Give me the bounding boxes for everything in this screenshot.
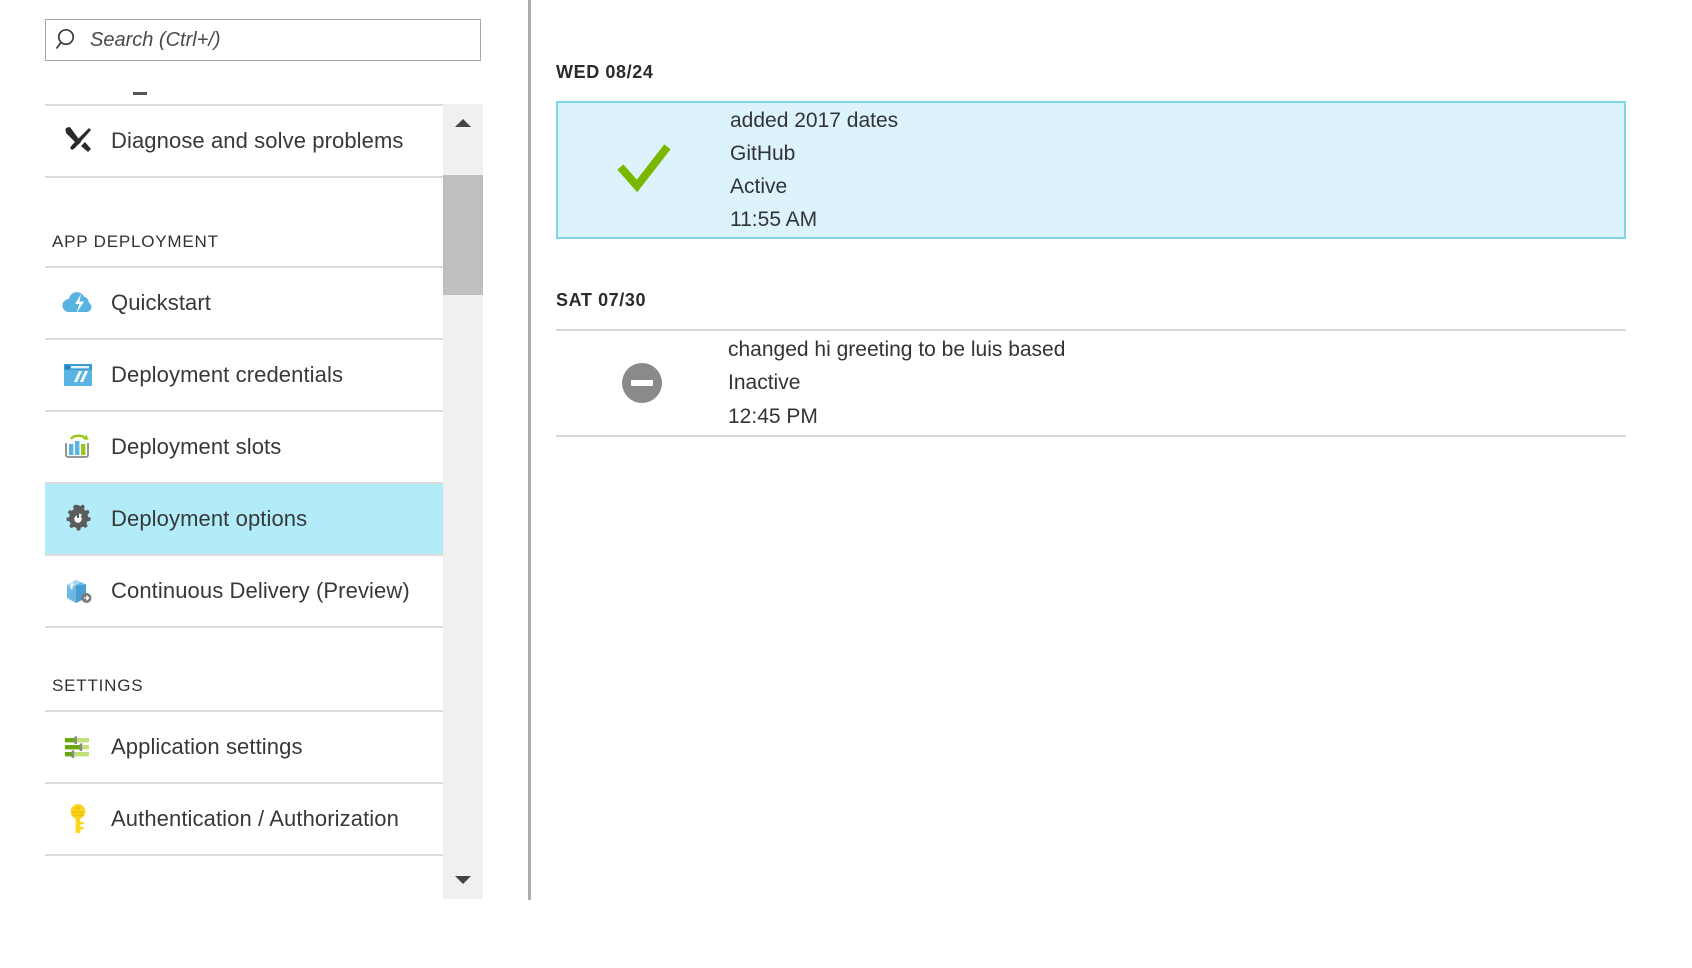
sidebar-item-deployment-credentials[interactable]: Deployment credentials	[45, 340, 443, 412]
deployment-time: 11:55 AM	[730, 208, 818, 232]
minus-circle-icon	[556, 359, 728, 407]
sidebar-item-label: Deployment slots	[111, 434, 282, 459]
package-box-icon	[45, 575, 111, 607]
checkmark-icon	[558, 143, 730, 197]
deployment-status: Active	[730, 175, 788, 198]
sliders-icon	[45, 733, 111, 761]
chevron-down-icon[interactable]	[443, 861, 483, 899]
key-icon	[45, 802, 111, 836]
sidebar-section-app-deployment: APP DEPLOYMENT	[45, 178, 443, 268]
deployment-day-group: SAT 07/30 changed hi greeting to be luis…	[556, 290, 1626, 437]
deployment-source: GitHub	[730, 141, 796, 165]
sidebar-item-authentication-authorization[interactable]: Authentication / Authorization	[45, 784, 443, 856]
deployment-entry-info: changed hi greeting to be luis based Ina…	[728, 333, 1065, 433]
deployment-day-label: WED 08/24	[556, 62, 654, 82]
browser-window-icon	[45, 360, 111, 390]
deployment-status: Inactive	[728, 371, 801, 395]
deployment-day-group: WED 08/24 added 2017 dates GitHub Active…	[556, 62, 1626, 239]
sidebar-panel: Diagnose and solve problems APP DEPLOYME…	[0, 0, 528, 968]
scrollbar-thumb[interactable]	[443, 175, 483, 295]
sidebar-partial-row	[45, 78, 443, 106]
sidebar-item-label: Application settings	[111, 734, 303, 759]
sidebar-scrollbar[interactable]	[443, 104, 483, 899]
deployment-message: changed hi greeting to be luis based	[728, 338, 1066, 362]
sidebar-item-deployment-options[interactable]: Deployment options	[45, 484, 443, 556]
search-icon	[46, 27, 90, 53]
sidebar-item-label: Deployment credentials	[111, 362, 344, 387]
deployment-entry-row[interactable]: added 2017 dates GitHub Active 11:55 AM	[556, 101, 1626, 239]
sidebar-item-label: Diagnose and solve problems	[111, 128, 404, 153]
sidebar-section-label: APP DEPLOYMENT	[52, 232, 219, 251]
deployment-entry-info: added 2017 dates GitHub Active 11:55 AM	[730, 104, 898, 237]
search-input[interactable]	[90, 28, 480, 52]
deployment-entry-row[interactable]: changed hi greeting to be luis based Ina…	[556, 329, 1626, 437]
chevron-up-icon[interactable]	[443, 104, 483, 142]
gear-icon	[45, 502, 111, 536]
sidebar-section-label: SETTINGS	[52, 676, 144, 695]
partial-row-glyph	[133, 92, 147, 95]
azure-deployment-options-blade: Diagnose and solve problems APP DEPLOYME…	[0, 0, 1692, 968]
sidebar-item-continuous-delivery[interactable]: Continuous Delivery (Preview)	[45, 556, 443, 628]
scrollbar-track[interactable]	[443, 142, 483, 861]
sidebar-item-diagnose-and-solve-problems[interactable]: Diagnose and solve problems	[45, 106, 443, 178]
cloud-lightning-icon	[45, 288, 111, 318]
sidebar-item-label: Continuous Delivery (Preview)	[111, 578, 410, 603]
sidebar-item-label: Authentication / Authorization	[111, 806, 399, 831]
sidebar-section-settings: SETTINGS	[45, 628, 443, 712]
sidebar-menu: Diagnose and solve problems APP DEPLOYME…	[45, 78, 443, 856]
deployment-history-panel: WED 08/24 added 2017 dates GitHub Active…	[531, 0, 1692, 968]
sidebar-item-label: Deployment options	[111, 506, 308, 531]
deployment-time: 12:45 PM	[728, 404, 818, 428]
sidebar-item-label: Quickstart	[111, 290, 212, 315]
sidebar-item-application-settings[interactable]: Application settings	[45, 712, 443, 784]
deployment-message: added 2017 dates	[730, 108, 899, 132]
bar-chart-refresh-icon	[45, 431, 111, 463]
deployment-day-label: SAT 07/30	[556, 290, 647, 310]
sidebar-item-quickstart[interactable]: Quickstart	[45, 268, 443, 340]
wrench-screwdriver-icon	[45, 124, 111, 158]
search-box[interactable]	[45, 19, 481, 61]
sidebar-item-deployment-slots[interactable]: Deployment slots	[45, 412, 443, 484]
